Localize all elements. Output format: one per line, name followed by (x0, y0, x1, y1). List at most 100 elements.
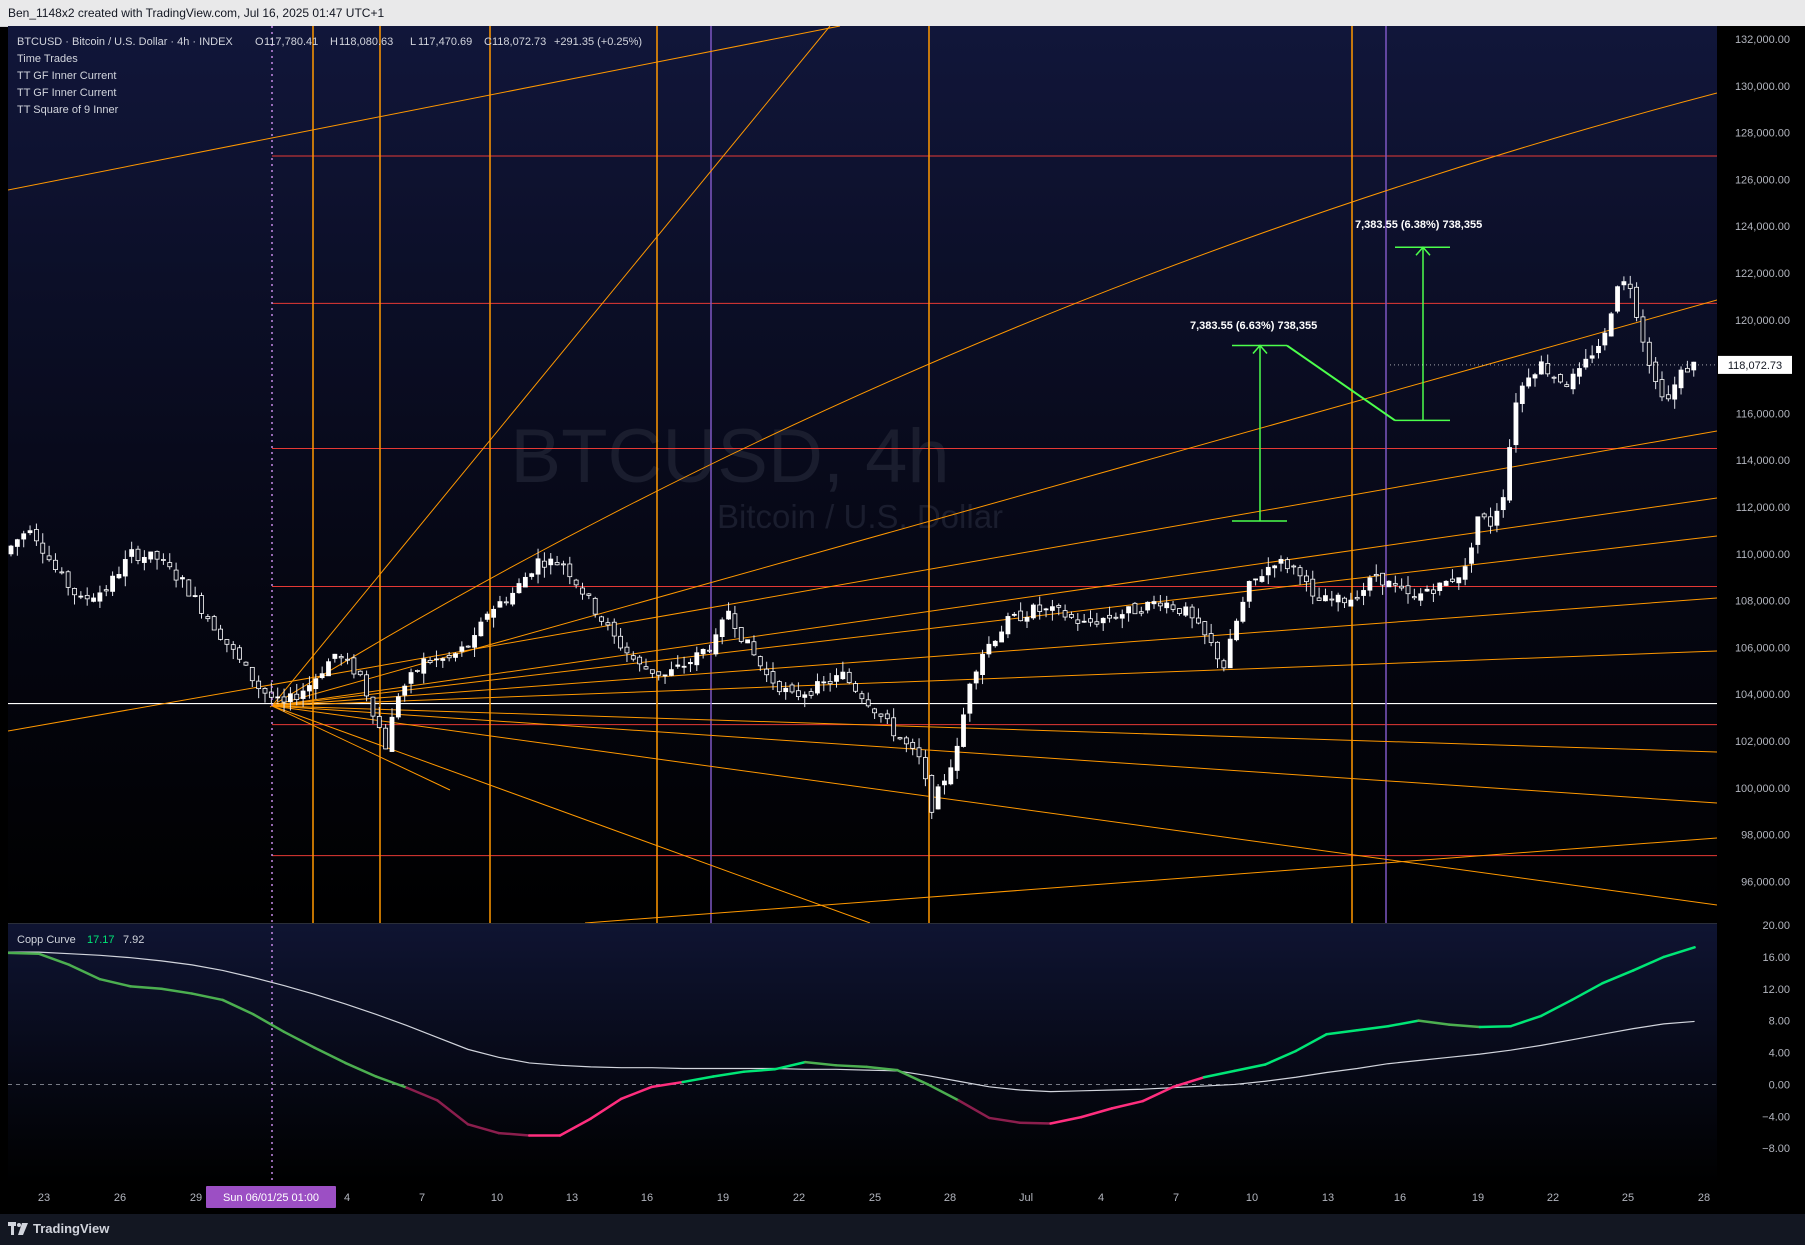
candle-body (535, 558, 541, 575)
candle-body (1431, 589, 1436, 594)
time-axis-tick: 28 (1698, 1192, 1710, 1204)
footer-brand[interactable]: TradingView (33, 1221, 109, 1236)
candle-body (1189, 606, 1195, 619)
candle-body (700, 648, 706, 655)
candle-body (1310, 578, 1316, 597)
legend-indicator-0[interactable]: Time Trades (17, 53, 78, 65)
candle-body (440, 658, 446, 661)
candle-body (1424, 588, 1430, 592)
candle-body (205, 616, 211, 620)
candle-body (65, 571, 71, 588)
candle-body (129, 549, 135, 557)
candle-body (1583, 358, 1589, 368)
candle-body (789, 684, 795, 693)
candle-body (878, 713, 884, 717)
time-axis-tick: 26 (114, 1192, 126, 1204)
time-axis-tick: 22 (1547, 1192, 1559, 1204)
candle-body (1024, 616, 1030, 622)
copp-axis-tick: 4.00 (1769, 1048, 1790, 1060)
candle-body (1151, 601, 1157, 605)
candle-body (383, 727, 389, 750)
candle-body (72, 588, 77, 596)
candle-body (999, 631, 1004, 643)
price-axis-tick: 114,000.00 (1736, 455, 1790, 467)
candle-body (1450, 578, 1455, 582)
candle-body (465, 645, 471, 648)
candle-body (167, 562, 173, 568)
candle-body (1538, 361, 1544, 375)
candle-body (503, 601, 509, 604)
candle-body (243, 661, 249, 666)
candle-body (249, 666, 255, 682)
legend-indicator-2[interactable]: TT GF Inner Current (17, 87, 116, 99)
candle-body (1608, 313, 1614, 337)
candle-body (1113, 616, 1119, 619)
candle-body (180, 577, 185, 580)
candle-body (1094, 621, 1100, 625)
candle-body (370, 696, 376, 717)
price-axis-tick: 102,000.00 (1735, 736, 1790, 748)
candle-body (1481, 513, 1487, 518)
candle-body (618, 635, 623, 649)
candle-body (491, 608, 497, 618)
tradingview-logo-icon[interactable] (8, 1222, 28, 1236)
chart-canvas[interactable]: BTCUSD, 4h Bitcoin / U.S. Dollar 132,000… (0, 0, 1805, 1214)
candle-body (1685, 367, 1690, 373)
time-axis-tick: 23 (38, 1192, 50, 1204)
candle-body (351, 657, 357, 675)
price-axis-tick: 100,000.00 (1735, 783, 1790, 795)
candle-body (1488, 516, 1493, 527)
candle-body (84, 594, 90, 600)
candle-body (326, 661, 331, 677)
candle-body (884, 713, 890, 720)
candle-body (1304, 575, 1309, 583)
candle-body (1373, 574, 1379, 577)
time-axis-tick: 28 (944, 1192, 956, 1204)
legend-low-label: L (410, 36, 416, 48)
candle-body (916, 747, 922, 758)
candle-body (497, 601, 503, 608)
candle-body (1062, 610, 1068, 618)
candle-body (1621, 281, 1627, 286)
watermark-symbol: BTCUSD, 4h (510, 414, 949, 499)
price-axis-tick: 124,000.00 (1735, 221, 1790, 233)
candle-body (332, 653, 338, 659)
candle-body (122, 559, 128, 577)
candle-body (910, 741, 916, 749)
candle-body (1316, 597, 1322, 601)
candle-body (376, 716, 382, 728)
candle-body (1627, 283, 1633, 289)
time-axis-crosshair-label: Sun 06/01/25 01:00 (223, 1192, 319, 1204)
copp-legend-title[interactable]: Copp Curve (17, 934, 76, 946)
candle-body (573, 579, 579, 586)
candle-body (319, 673, 325, 679)
candle-body (542, 560, 547, 568)
candle-body (1107, 614, 1112, 619)
candle-body (903, 737, 909, 745)
candle-body (726, 610, 731, 620)
candle-body (453, 653, 458, 658)
candle-body (395, 696, 401, 718)
price-axis-tick: 112,000.00 (1736, 502, 1790, 514)
candle-body (757, 656, 763, 667)
time-axis-tick: 13 (1322, 1192, 1334, 1204)
candle-body (224, 639, 230, 645)
candle-body (91, 597, 96, 602)
legend-indicator-1[interactable]: TT GF Inner Current (17, 70, 116, 82)
candle-body (300, 690, 306, 699)
candle-body (1240, 601, 1246, 622)
candle-body (275, 696, 281, 699)
copp-legend-signal-value: 7.92 (123, 934, 144, 946)
legend-indicator-3[interactable]: TT Square of 9 Inner (17, 104, 119, 116)
candle-body (1215, 641, 1220, 660)
copp-curve-segment (8, 951, 40, 955)
candle-body (1615, 286, 1620, 312)
legend-symbol: BTCUSD · Bitcoin / U.S. Dollar · 4h · IN… (17, 36, 233, 48)
candle-body (1361, 590, 1366, 596)
candle-body (1367, 577, 1373, 591)
candle-body (1519, 385, 1525, 404)
candle-body (1634, 286, 1639, 318)
candle-body (1196, 617, 1201, 624)
candle-body (1081, 620, 1087, 623)
candle-body (1297, 567, 1303, 577)
